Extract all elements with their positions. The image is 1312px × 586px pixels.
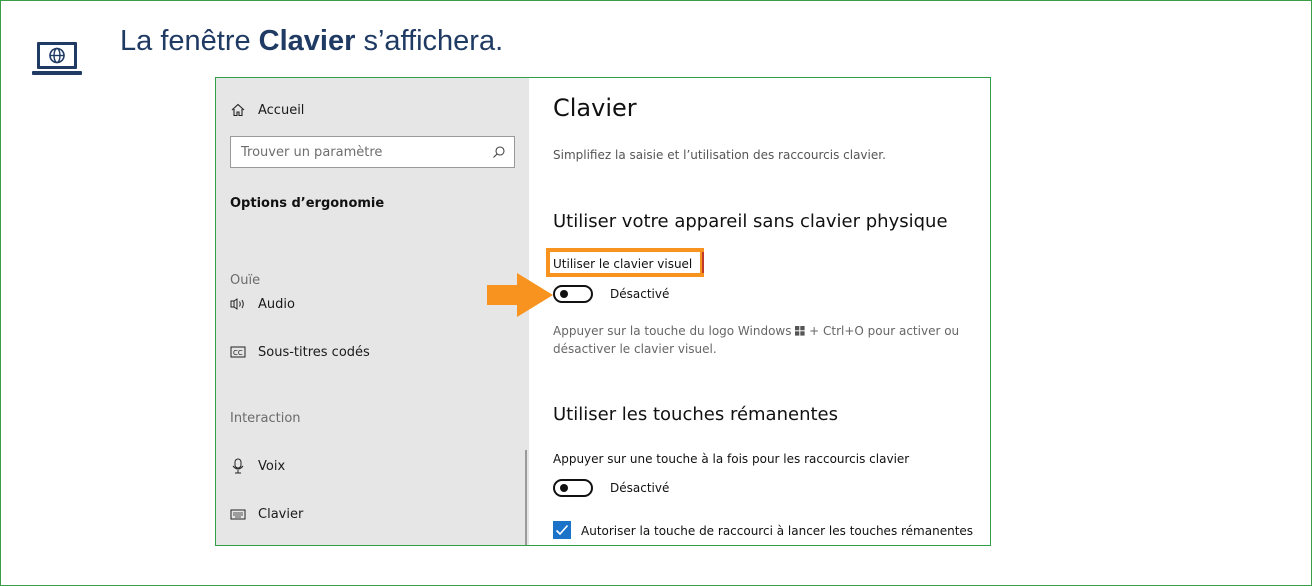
sidebar-item-home[interactable]: Accueil <box>230 102 304 118</box>
sticky-label: Appuyer sur une touche à la fois pour le… <box>553 452 910 466</box>
keyboard-icon <box>230 506 246 522</box>
sidebar-item-captions[interactable]: CC Sous-titres codés <box>230 344 370 360</box>
sidebar-group-interaction: Interaction <box>230 411 301 426</box>
pointer-arrow-icon <box>487 273 553 317</box>
shortcut-checkbox-label: Autoriser la touche de raccourci à lance… <box>581 524 974 538</box>
sidebar-item-label: Sous-titres codés <box>258 344 370 360</box>
settings-screenshot: Accueil Trouver un paramètre Options d’e… <box>215 77 991 546</box>
toggle-knob <box>560 290 568 298</box>
section-title-no-keyboard: Utiliser votre appareil sans clavier phy… <box>553 211 948 232</box>
page-description: Simplifiez la saisie et l’utilisation de… <box>553 148 886 162</box>
sidebar-item-audio[interactable]: Audio <box>230 296 295 312</box>
section-title-sticky-keys: Utiliser les touches rémanentes <box>553 404 838 425</box>
windows-logo-icon <box>795 326 805 336</box>
osk-toggle[interactable] <box>553 285 593 303</box>
audio-icon <box>230 296 246 312</box>
search-input[interactable]: Trouver un paramètre <box>230 136 515 168</box>
instruction-frame: La fenêtre Clavier s’affichera. Accueil … <box>0 0 1312 586</box>
instruction-heading: La fenêtre Clavier s’affichera. <box>120 25 503 58</box>
sidebar-item-voice[interactable]: Voix <box>230 458 285 474</box>
heading-bold-word: Clavier <box>258 25 356 57</box>
toggle-knob <box>560 484 568 492</box>
sidebar-item-label: Accueil <box>258 102 305 118</box>
search-icon <box>493 146 505 158</box>
microphone-icon <box>230 458 246 474</box>
laptop-globe-icon <box>32 42 82 75</box>
osk-note-text-1: Appuyer sur la touche du logo Windows <box>553 324 796 338</box>
heading-suffix: s’affichera. <box>355 25 504 57</box>
sidebar-group-hearing: Ouïe <box>230 273 261 288</box>
settings-main-panel: Clavier Simplifiez la saisie et l’utilis… <box>529 78 990 545</box>
sidebar-item-label: Audio <box>258 296 295 312</box>
search-placeholder: Trouver un paramètre <box>241 145 383 160</box>
checkmark-icon <box>555 524 569 536</box>
sticky-toggle-state: Désactivé <box>610 481 670 495</box>
osk-toggle-state: Désactivé <box>610 287 670 301</box>
settings-sidebar: Accueil Trouver un paramètre Options d’e… <box>216 78 529 545</box>
sidebar-scrollbar[interactable] <box>525 450 527 545</box>
shortcut-checkbox[interactable] <box>553 521 571 539</box>
osk-label: Utiliser le clavier visuel <box>553 257 693 271</box>
sidebar-item-keyboard[interactable]: Clavier <box>230 506 303 522</box>
home-icon <box>230 102 246 118</box>
sticky-toggle[interactable] <box>553 479 593 497</box>
sidebar-item-label: Voix <box>258 458 286 474</box>
sidebar-section-title: Options d’ergonomie <box>230 196 385 211</box>
sidebar-item-label: Clavier <box>258 506 304 522</box>
svg-text:CC: CC <box>233 349 243 357</box>
heading-prefix: La fenêtre <box>120 25 259 57</box>
osk-note: Appuyer sur la touche du logo Windows + … <box>553 322 983 358</box>
captions-icon: CC <box>230 344 246 360</box>
page-title: Clavier <box>553 94 637 122</box>
highlight-edge <box>702 252 704 273</box>
